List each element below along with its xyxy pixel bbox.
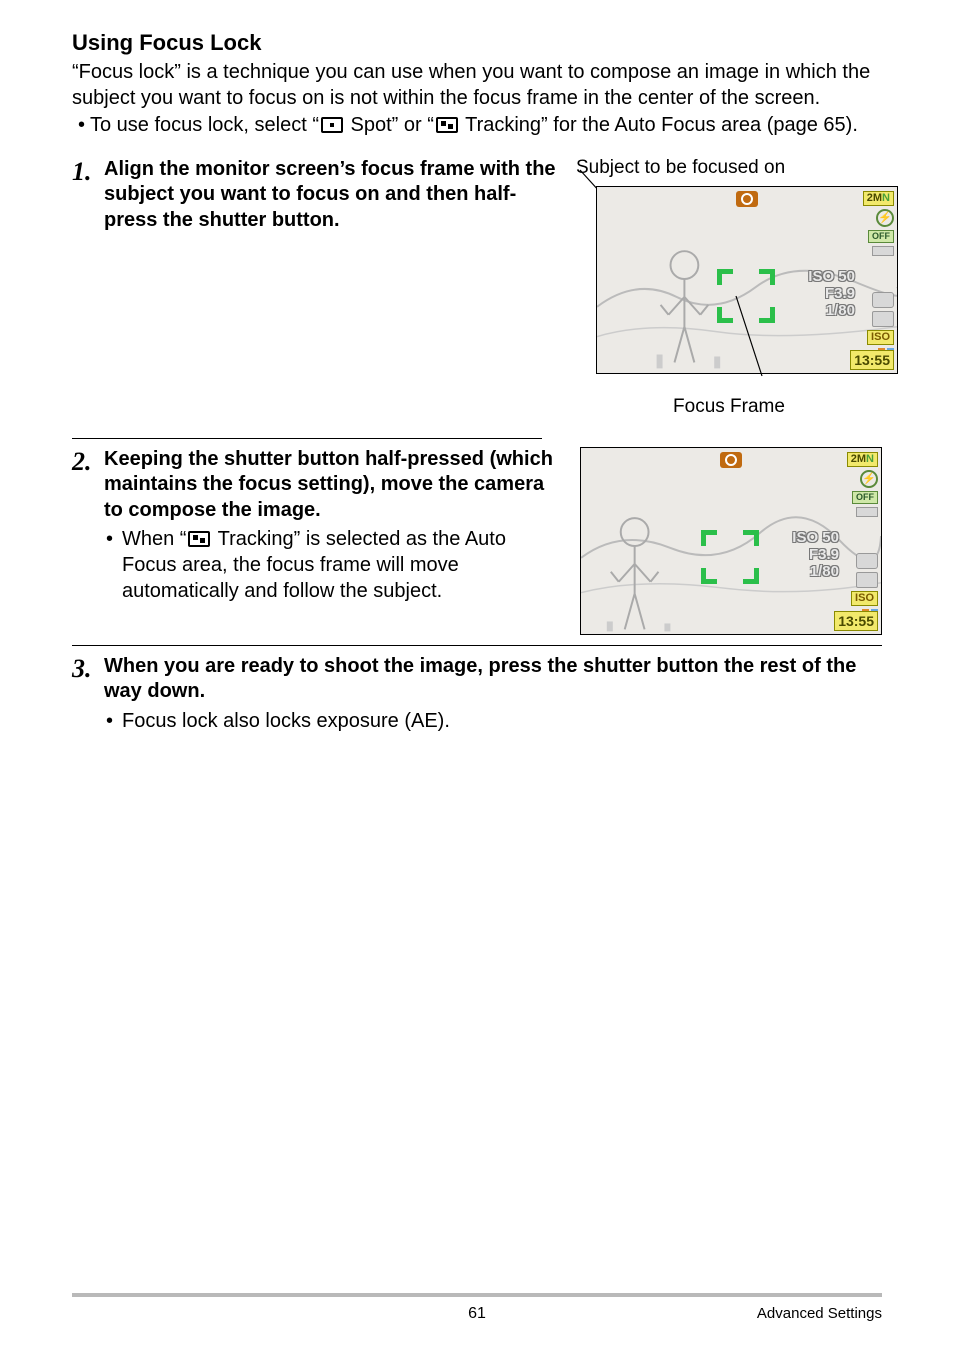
- image-size-badge: 2MN: [863, 191, 894, 206]
- mode-badge-1: [856, 553, 878, 569]
- time-badge: 13:55: [834, 611, 878, 631]
- off-badge: OFF: [868, 230, 894, 243]
- shutter-readout: 1/80: [810, 564, 839, 579]
- step-1-title: Align the monitor screen’s focus frame w…: [104, 157, 560, 234]
- shutter-readout: 1/80: [826, 303, 855, 318]
- focus-frame-label: Focus Frame: [576, 396, 882, 418]
- image-size-badge: 2MN: [847, 452, 878, 467]
- focus-frame-indicator: [701, 530, 759, 584]
- step-2-bullet: • When “ Tracking” is selected as the Au…: [104, 527, 562, 604]
- fstop-readout: F3.9: [825, 286, 855, 301]
- iso-side-badge: ISO: [867, 330, 894, 345]
- iso-readout: ISO 50: [792, 530, 839, 545]
- heading-using-focus-lock: Using Focus Lock: [72, 30, 882, 56]
- intro-paragraph: “Focus lock” is a technique you can use …: [72, 60, 882, 111]
- camera-mode-icon: [736, 191, 758, 207]
- step-2-number: 2.: [72, 447, 104, 635]
- camera-screen-2: 2MN ⚡ OFF ISO: [580, 447, 882, 635]
- step-1: 1. Align the monitor screen’s focus fram…: [72, 157, 882, 418]
- footer-section-label: Advanced Settings: [682, 1305, 882, 1323]
- battery-icon: [872, 246, 894, 256]
- fstop-readout: F3.9: [809, 547, 839, 562]
- pre-bullet-text: To use focus lock, select “ Spot” or “ T…: [90, 113, 882, 139]
- step-2-title: Keeping the shutter button half-pressed …: [104, 447, 562, 524]
- step-divider-2: [72, 645, 882, 646]
- step-3: 3. When you are ready to shoot the image…: [72, 654, 882, 735]
- camera-mode-icon: [720, 452, 742, 468]
- lead-line-focus-frame: [726, 296, 786, 386]
- tracking-icon: [436, 117, 458, 133]
- tracking-icon: [188, 531, 210, 547]
- step-2: 2. Keeping the shutter button half-press…: [72, 447, 882, 635]
- step-3-title: When you are ready to shoot the image, p…: [104, 654, 882, 705]
- iso-side-badge: ISO: [851, 591, 878, 606]
- flash-icon: ⚡: [876, 209, 894, 227]
- iso-readout: ISO 50: [808, 269, 855, 284]
- bullet-dot: •: [72, 113, 90, 139]
- pre-bullet: • To use focus lock, select “ Spot” or “…: [72, 113, 882, 139]
- step-1-number: 1.: [72, 157, 104, 418]
- flash-icon: ⚡: [860, 470, 878, 488]
- time-badge: 13:55: [850, 350, 894, 370]
- spot-icon: [321, 117, 343, 133]
- mode-badge-2: [856, 572, 878, 588]
- step-3-number: 3.: [72, 654, 104, 735]
- page-footer: 61 Advanced Settings: [0, 1293, 954, 1323]
- off-badge: OFF: [852, 491, 878, 504]
- step-divider-1: [72, 438, 542, 439]
- mode-badge-2: [872, 311, 894, 327]
- battery-icon: [856, 507, 878, 517]
- mode-badge-1: [872, 292, 894, 308]
- step-3-bullet: • Focus lock also locks exposure (AE).: [104, 709, 882, 735]
- page-number: 61: [272, 1305, 682, 1323]
